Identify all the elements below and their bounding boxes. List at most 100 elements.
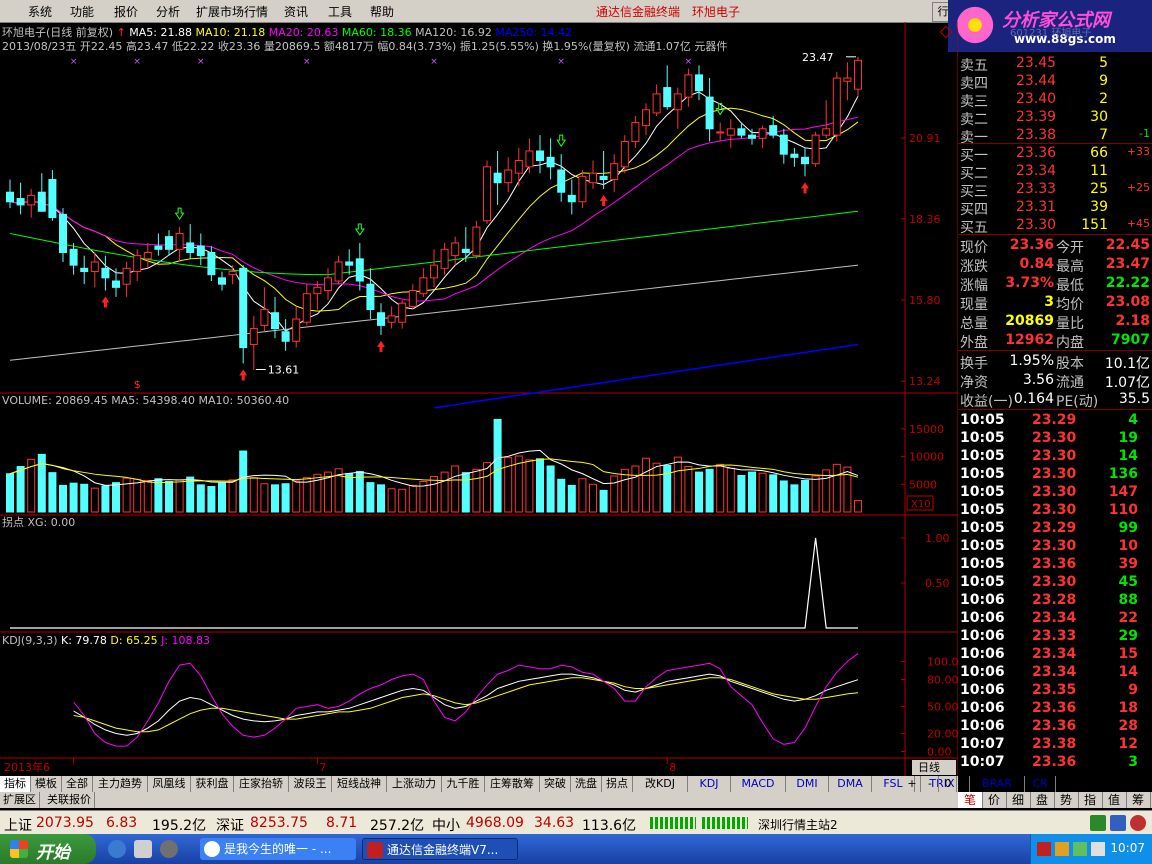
tick-volume: 10 — [1118, 538, 1138, 554]
right-tab-7[interactable]: 筹 — [1126, 792, 1151, 808]
bid-price: 23.31 — [1016, 199, 1057, 215]
indicator-tab-9[interactable]: 上涨动力 — [387, 776, 442, 792]
fundamentals-divider — [958, 350, 1152, 351]
ask-row: 卖一 23.38 7 -1 — [958, 126, 1152, 146]
ask-row: 卖四 23.44 9 — [958, 72, 1152, 92]
bottom-tab-0[interactable]: 扩展区 — [0, 792, 40, 808]
indicator-tab-6[interactable]: 庄家抬轿 — [234, 776, 289, 792]
task-label-1: 是我今生的唯一 - ... — [224, 842, 332, 856]
bid-price: 23.30 — [1016, 217, 1057, 233]
right-tab-0[interactable]: 笔 — [958, 792, 983, 808]
tick-volume: 15 — [1118, 646, 1138, 662]
volume-tick-label-0: 5000 — [909, 478, 937, 491]
indicator-tab-16[interactable]: KDJ — [688, 776, 731, 792]
volume-bar — [599, 489, 608, 513]
menu-tools[interactable]: 工具 — [328, 3, 352, 20]
zoom-in-button[interactable]: + — [904, 776, 921, 792]
menu-help[interactable]: 帮助 — [370, 3, 394, 20]
tick-volume: 39 — [1118, 556, 1138, 572]
indicator-tab-18[interactable]: DMI — [786, 776, 829, 792]
indicator-tab-13[interactable]: 洗盘 — [571, 776, 602, 792]
indicator-tab-22[interactable]: BRAR — [970, 776, 1025, 792]
fundamental-label: 流通 — [1056, 375, 1084, 391]
indicator-tab-23[interactable]: CR — [1025, 776, 1056, 792]
indicator-tab-19[interactable]: DMA — [829, 776, 872, 792]
tray-volume-icon[interactable] — [1091, 842, 1105, 856]
indicator-tab-3[interactable]: 主力趋势 — [93, 776, 148, 792]
bottom-tab-1[interactable]: 关联报价 — [44, 792, 95, 808]
flower-icon — [954, 4, 996, 46]
indicator-tab-14[interactable]: 拐点 — [602, 776, 633, 792]
candle-body — [154, 245, 163, 250]
zoom-reset-button[interactable]: 0 — [940, 776, 957, 792]
candle-body — [398, 302, 407, 323]
desktop-icon[interactable] — [134, 840, 152, 858]
menu-function[interactable]: 功能 — [70, 3, 94, 20]
task-button-1[interactable]: 是我今生的唯一 - ... — [200, 838, 356, 860]
media-player-icon[interactable] — [160, 840, 178, 858]
sell-arrow-icon — [354, 223, 365, 236]
volume-bar — [483, 462, 491, 513]
tick-time: 10:06 — [960, 628, 1005, 644]
kdj-tick-label-1: 20.00 — [927, 728, 958, 741]
market-breadth-icon — [650, 817, 750, 829]
indicator-tab-7[interactable]: 波段王 — [289, 776, 332, 792]
candle-body — [832, 77, 841, 136]
ask-price: 23.45 — [1016, 55, 1057, 71]
task-button-2[interactable]: 通达信金融终端V7... — [362, 838, 518, 860]
kline-chart[interactable]: 13.24 15.80 18.36 20.91 23.47 13.61 × × × × × × × $ 环旭… — [0, 22, 958, 776]
clock[interactable]: 10:07 — [1110, 841, 1145, 855]
menu-quote[interactable]: 报价 — [114, 3, 138, 20]
indicator-tab-17[interactable]: MACD — [731, 776, 786, 792]
menu-system[interactable]: 系统 — [28, 3, 52, 20]
right-tab-2[interactable]: 细 — [1006, 792, 1031, 808]
sh-index[interactable]: 2073.95 — [36, 815, 94, 831]
right-tab-3[interactable]: 盘 — [1030, 792, 1055, 808]
tray-ime-icon[interactable] — [1055, 842, 1069, 856]
indicator-tab-15[interactable]: 改KDJ — [633, 776, 688, 792]
indicator-tab-5[interactable]: 获利盘 — [191, 776, 234, 792]
bid-price: 23.33 — [1016, 181, 1057, 197]
indicator-tab-10[interactable]: 九千胜 — [442, 776, 485, 792]
menu-news[interactable]: 资讯 — [284, 3, 308, 20]
tray-network-icon[interactable] — [1073, 842, 1087, 856]
menu-extended-market[interactable]: 扩展市场行情 — [196, 3, 268, 20]
tick-price: 23.33 — [1032, 628, 1077, 644]
right-tab-5[interactable]: 指 — [1078, 792, 1103, 808]
ask-price: 23.38 — [1016, 127, 1057, 143]
right-tab-4[interactable]: 势 — [1054, 792, 1079, 808]
indicator-tab-0[interactable]: 指标 — [0, 776, 31, 792]
zoom-out-button[interactable]: - — [922, 776, 939, 792]
connection-icon — [1090, 815, 1106, 831]
indicator-tab-12[interactable]: 突破 — [540, 776, 571, 792]
candle-body — [546, 156, 555, 168]
sh-amount: 195.2亿 — [152, 818, 207, 834]
candle-body — [652, 93, 661, 114]
candle-body — [737, 128, 746, 136]
indicator-tab-2[interactable]: 全部 — [62, 776, 93, 792]
ma-legend-0: MA5: 21.88 — [126, 26, 192, 39]
start-button[interactable]: 开始 — [0, 834, 96, 864]
sz-index[interactable]: 8253.75 — [250, 815, 308, 831]
indicator-tab-8[interactable]: 短线战神 — [332, 776, 387, 792]
tray-app-icon[interactable] — [1037, 842, 1051, 856]
server-name[interactable]: 深圳行情主站2 — [758, 816, 838, 833]
indicator-tab-1[interactable]: 模板 — [31, 776, 62, 792]
right-tab-1[interactable]: 价 — [982, 792, 1007, 808]
kdj-tick-label-0: 0.00 — [927, 746, 952, 759]
tick-time: 10:05 — [960, 430, 1005, 446]
quote-panel: 卖五 23.45 5 卖四 23.44 9 卖三 23.40 2 卖二 23.39 30 卖一 23.38… — [958, 52, 1152, 776]
sz-name: 深证 — [216, 818, 244, 834]
menu-analysis[interactable]: 分析 — [156, 3, 180, 20]
tick-row: 10:06 23.34 22 — [958, 609, 1152, 627]
ie-icon[interactable] — [108, 840, 126, 858]
fundamental-value: 0.164 — [1013, 391, 1054, 407]
volume-bar — [546, 465, 555, 513]
candle-body — [461, 248, 470, 253]
quote-value: 2.18 — [1115, 313, 1150, 329]
right-tab-6[interactable]: 值 — [1102, 792, 1127, 808]
indicator-tab-4[interactable]: 凤凰线 — [148, 776, 191, 792]
indicator-tab-11[interactable]: 庄筹散筹 — [485, 776, 540, 792]
task-label-2: 通达信金融终端V7... — [387, 843, 499, 857]
zx-index[interactable]: 4968.09 — [466, 815, 524, 831]
